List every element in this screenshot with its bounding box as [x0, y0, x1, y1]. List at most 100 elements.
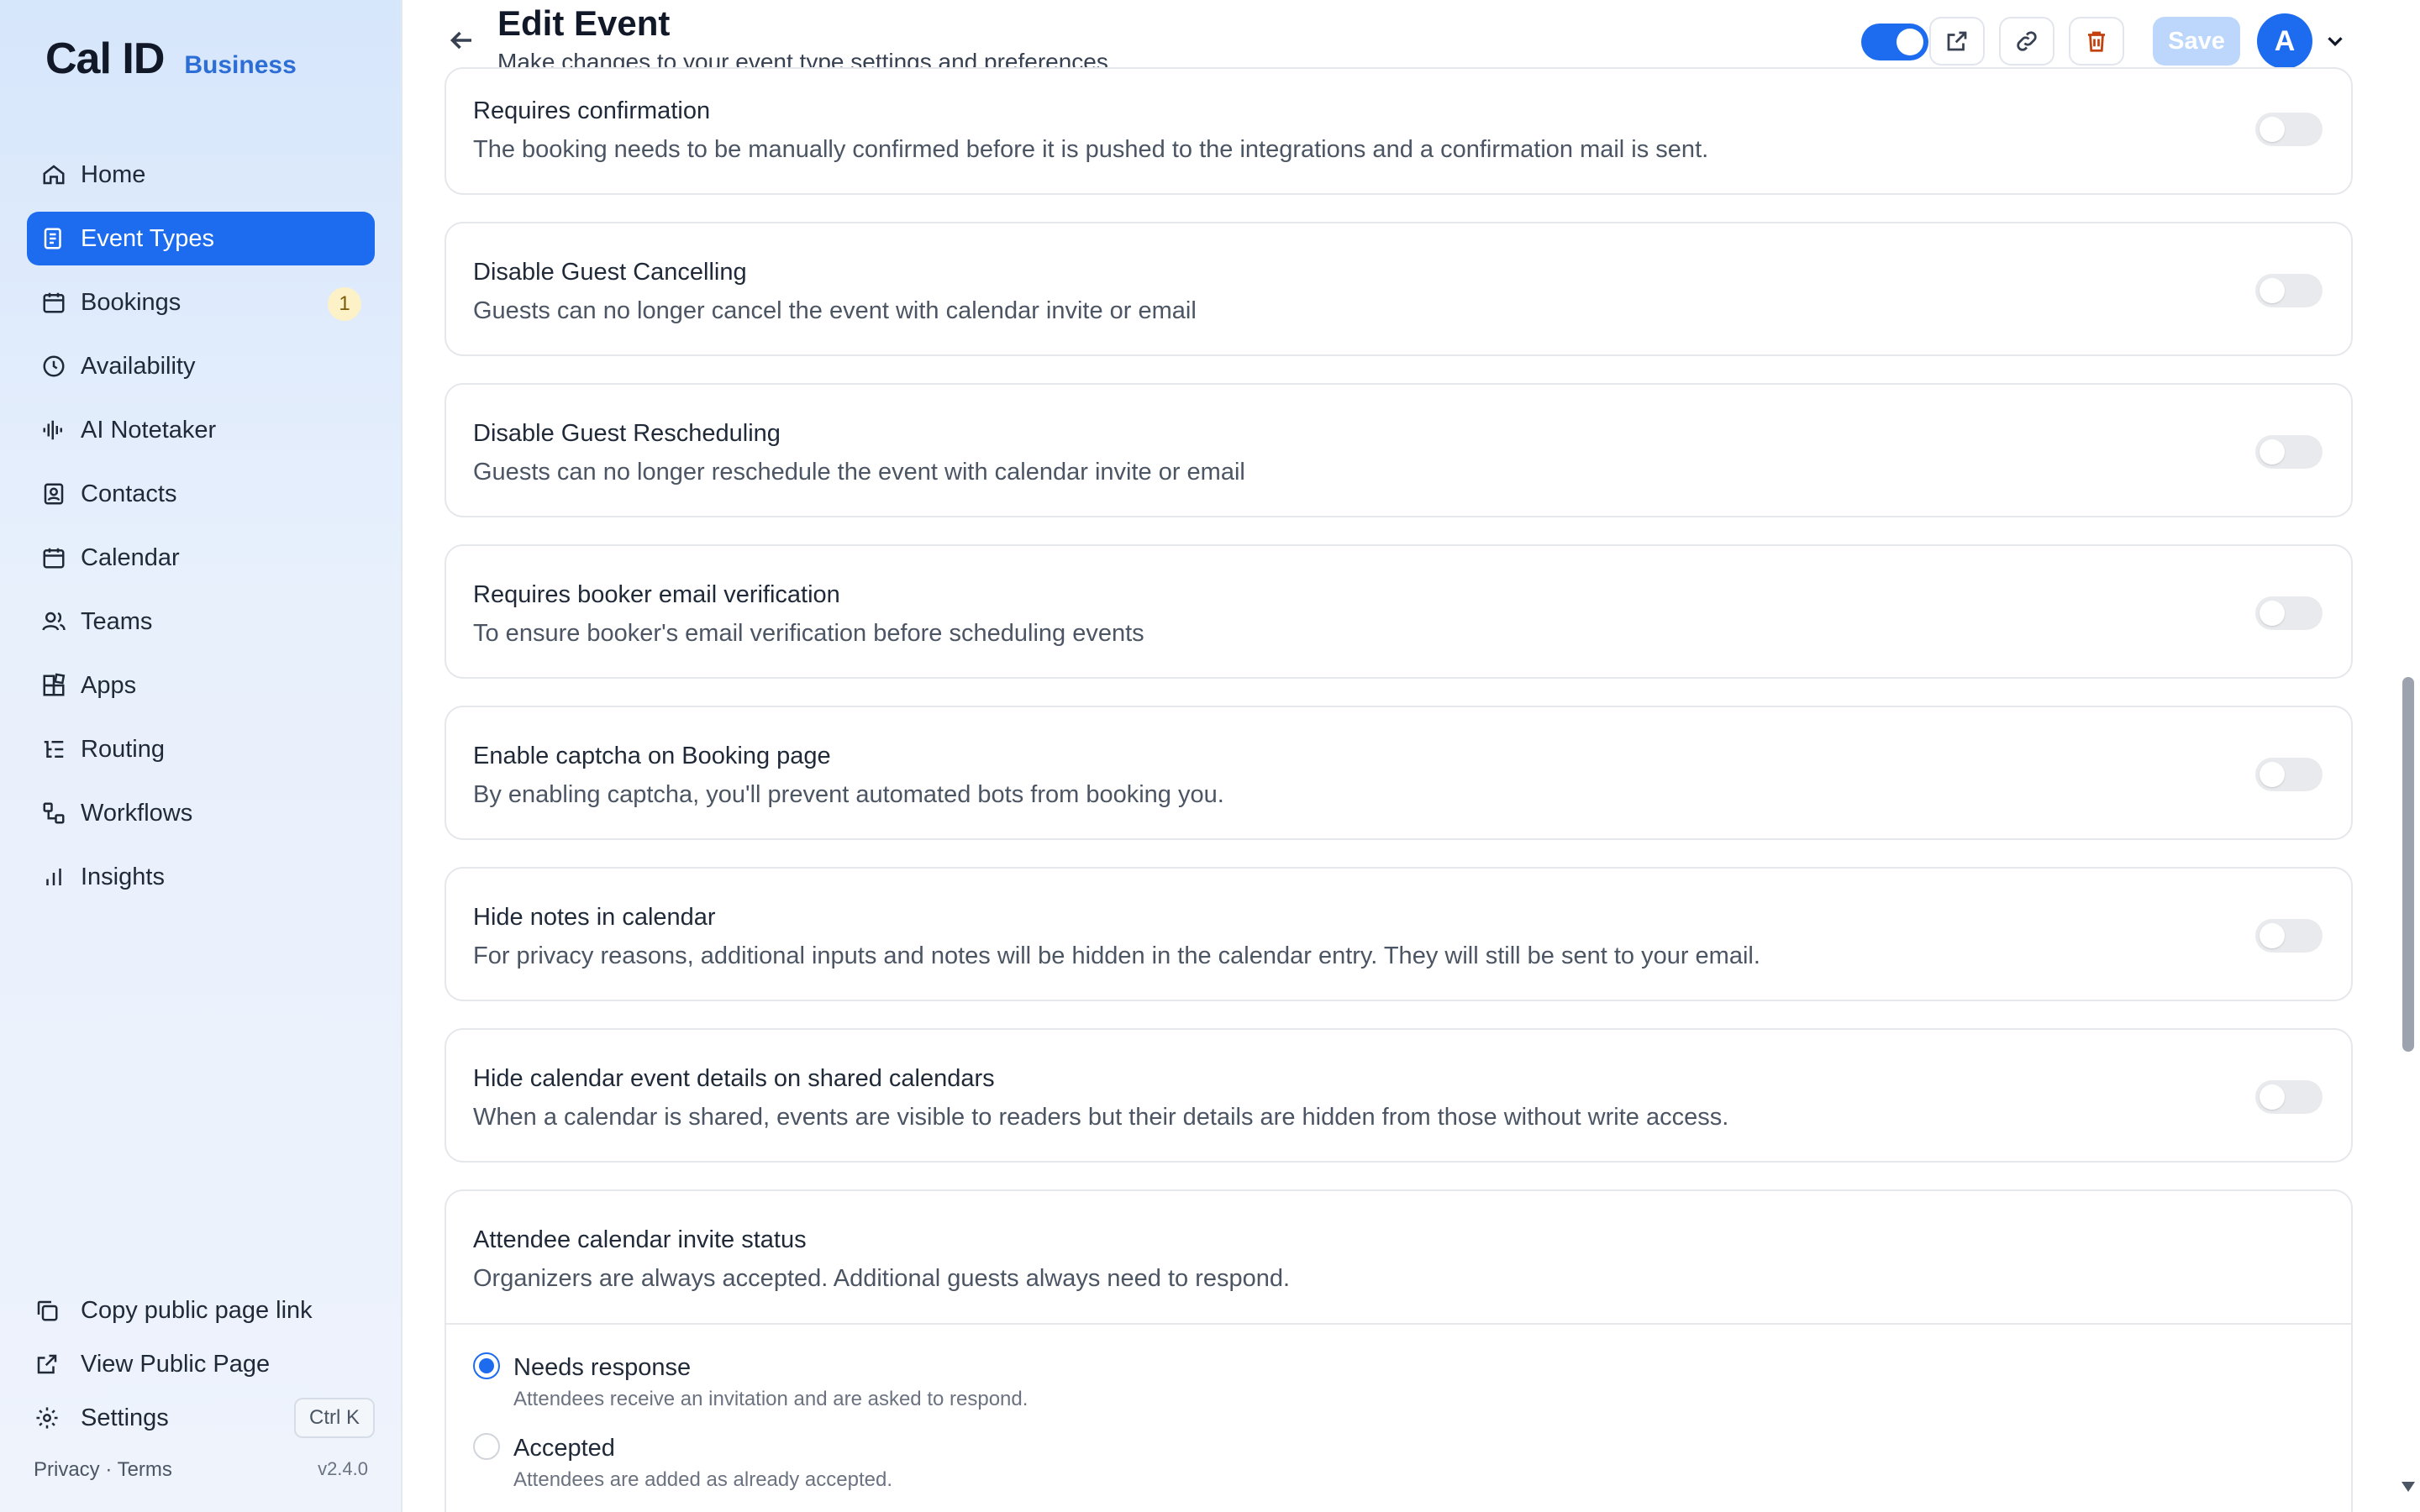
setting-card-captcha: Enable captcha on Booking page By enabli… [445, 706, 2353, 840]
sidebar-footer: Privacy · Terms v2.4.0 [34, 1458, 368, 1482]
sidebar-item-label: AI Notetaker [81, 416, 217, 444]
setting-card-requires-confirmation: Requires confirmation The booking needs … [445, 67, 2353, 195]
sidebar-item-teams[interactable]: Teams [27, 595, 375, 648]
sidebar: Cal ID Business Home Event Types Booking… [0, 0, 402, 1512]
hide-notes-toggle[interactable] [2255, 919, 2323, 953]
copy-public-link-button[interactable]: Copy public page link [34, 1284, 375, 1337]
users-icon [40, 608, 67, 635]
gear-icon [34, 1404, 60, 1431]
back-arrow-icon[interactable] [446, 25, 476, 55]
brand-tag: Business [184, 51, 297, 79]
page-title: Edit Event [497, 3, 671, 43]
setting-card-disable-guest-cancelling: Disable Guest Cancelling Guests can no l… [445, 222, 2353, 356]
calendar-icon [40, 289, 67, 316]
sidebar-item-label: Workflows [81, 799, 193, 827]
bookings-count-badge: 1 [328, 287, 361, 321]
setting-card-disable-guest-rescheduling: Disable Guest Rescheduling Guests can no… [445, 383, 2353, 517]
sidebar-item-label: Event Types [81, 224, 215, 252]
setting-card-hide-event-details: Hide calendar event details on shared ca… [445, 1028, 2353, 1163]
setting-title: Disable Guest Cancelling [473, 259, 747, 286]
copy-link-label: Copy public page link [81, 1296, 313, 1324]
sidebar-item-availability[interactable]: Availability [27, 339, 375, 393]
view-public-page-link[interactable]: View Public Page [34, 1337, 375, 1391]
sidebar-item-apps[interactable]: Apps [27, 659, 375, 712]
brand[interactable]: Cal ID Business [45, 34, 297, 84]
copy-link-button[interactable] [1999, 17, 2054, 66]
chevron-down-icon[interactable] [2323, 29, 2348, 54]
sidebar-item-calendar[interactable]: Calendar [27, 531, 375, 585]
hide-event-details-toggle[interactable] [2255, 1080, 2323, 1114]
privacy-terms-links[interactable]: Privacy · Terms [34, 1458, 172, 1482]
sidebar-item-routing[interactable]: Routing [27, 722, 375, 776]
sidebar-item-ai-notetaker[interactable]: AI Notetaker [27, 403, 375, 457]
avatar[interactable]: A [2257, 13, 2312, 69]
setting-card-email-verification: Requires booker email verification To en… [445, 544, 2353, 679]
view-public-page-label: View Public Page [81, 1350, 271, 1378]
sidebar-item-label: Calendar [81, 543, 180, 571]
sidebar-item-label: Apps [81, 671, 137, 699]
clock-icon [40, 353, 67, 380]
sidebar-item-contacts[interactable]: Contacts [27, 467, 375, 521]
preview-button[interactable] [1929, 17, 1985, 66]
setting-description: For privacy reasons, additional inputs a… [473, 942, 1760, 969]
settings-label: Settings [81, 1404, 169, 1431]
home-icon [40, 161, 67, 188]
disable-guest-rescheduling-toggle[interactable] [2255, 435, 2323, 469]
routing-icon [40, 736, 67, 763]
event-visibility-toggle[interactable] [1861, 24, 1928, 60]
sidebar-item-bookings[interactable]: Bookings 1 [27, 276, 375, 329]
sidebar-item-workflows[interactable]: Workflows [27, 786, 375, 840]
setting-title: Hide calendar event details on shared ca… [473, 1065, 995, 1092]
disable-guest-cancelling-toggle[interactable] [2255, 274, 2323, 307]
sidebar-item-label: Insights [81, 863, 165, 890]
radio-description: Attendees are added as already accepted. [513, 1468, 892, 1491]
settings-link[interactable]: Settings Ctrl K [34, 1391, 375, 1445]
version-label: v2.4.0 [318, 1458, 368, 1479]
scroll-down-arrow-icon[interactable] [2402, 1482, 2415, 1492]
sidebar-item-event-types[interactable]: Event Types [27, 212, 375, 265]
bar-chart-icon [40, 864, 67, 890]
radio-label: Accepted [513, 1435, 615, 1462]
sidebar-item-label: Contacts [81, 480, 177, 507]
workflow-icon [40, 800, 67, 827]
captcha-toggle[interactable] [2255, 758, 2323, 791]
setting-card-invite-status: Attendee calendar invite status Organize… [445, 1189, 2353, 1512]
setting-title: Hide notes in calendar [473, 904, 716, 931]
setting-description: To ensure booker's email verification be… [473, 620, 1144, 647]
setting-description: Organizers are always accepted. Addition… [473, 1265, 1291, 1292]
delete-button[interactable] [2069, 17, 2124, 66]
sidebar-item-home[interactable]: Home [27, 148, 375, 202]
setting-card-hide-notes: Hide notes in calendar For privacy reaso… [445, 867, 2353, 1001]
sidebar-item-label: Availability [81, 352, 196, 380]
sidebar-item-label: Teams [81, 607, 153, 635]
event-types-icon [40, 225, 67, 252]
needs-response-radio[interactable] [473, 1352, 500, 1379]
setting-description: By enabling captcha, you'll prevent auto… [473, 781, 1224, 808]
setting-description: Guests can no longer reschedule the even… [473, 459, 1245, 486]
divider [446, 1323, 2351, 1325]
copy-icon [34, 1297, 60, 1324]
calendar-icon [40, 544, 67, 571]
save-button[interactable]: Save [2153, 17, 2240, 66]
accepted-radio[interactable] [473, 1433, 500, 1460]
setting-title: Disable Guest Rescheduling [473, 420, 781, 447]
setting-title: Enable captcha on Booking page [473, 743, 831, 769]
sidebar-nav: Home Event Types Bookings 1 Availability… [27, 148, 375, 914]
grid-icon [40, 672, 67, 699]
contact-icon [40, 480, 67, 507]
scrollbar-thumb[interactable] [2402, 677, 2414, 1052]
external-link-icon [1947, 31, 1967, 51]
sidebar-item-label: Bookings [81, 288, 182, 316]
setting-title: Requires confirmation [473, 97, 711, 124]
setting-description: Guests can no longer cancel the event wi… [473, 297, 1197, 324]
radio-label: Needs response [513, 1354, 692, 1381]
sidebar-bottom: Copy public page link View Public Page S… [34, 1284, 375, 1445]
email-verification-toggle[interactable] [2255, 596, 2323, 630]
sidebar-item-label: Home [81, 160, 146, 188]
requires-confirmation-toggle[interactable] [2255, 113, 2323, 146]
page-scrollbar[interactable] [2396, 0, 2420, 1512]
brand-logo: Cal ID [45, 34, 165, 83]
radio-description: Attendees receive an invitation and are … [513, 1388, 1028, 1410]
audio-wave-icon [40, 417, 67, 444]
sidebar-item-insights[interactable]: Insights [27, 850, 375, 904]
